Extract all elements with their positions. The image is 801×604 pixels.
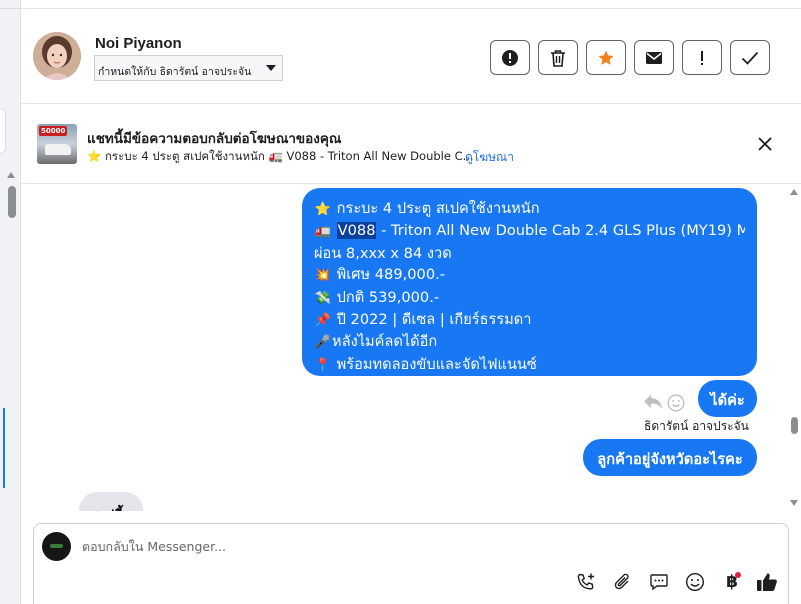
- envelope-icon: [646, 51, 662, 64]
- message-line: 🎤หลังไมค์ลดได้อีก: [314, 331, 745, 353]
- round-pushpin-emoji-icon: 📍: [314, 357, 332, 373]
- reply-arrow-icon[interactable]: [643, 393, 663, 411]
- view-ad-link[interactable]: ดูโฆษณา: [465, 148, 514, 167]
- ad-banner-subtitle: ⭐ กระบะ 4 ประตู สเปคใช้งานหนัก 🚛 V088 - …: [87, 149, 474, 163]
- avatar-photo-icon: [33, 32, 81, 80]
- react-smiley-icon[interactable]: [667, 394, 685, 412]
- notification-dot: [735, 572, 741, 578]
- message-line: 📍 พร้อมทดลองขับและจัดไฟแนนซ์: [314, 354, 745, 376]
- message-composer: ฿: [33, 523, 789, 604]
- exclamation-icon: [701, 50, 703, 65]
- conversation-header: Noi Piyanon กำหนดให้กับ ธิดารัตน์ อาจประ…: [21, 8, 801, 104]
- message-line: 💸 ปกติ 539,000.-: [314, 287, 745, 309]
- message-line: 🚛 V088 - Triton All New Double Cab 2.4 G…: [314, 220, 745, 242]
- mark-unread-button[interactable]: [634, 40, 674, 75]
- thumbs-up-icon[interactable]: [756, 571, 778, 593]
- message-line-text: ปี 2022 | ดีเซล | เกียร์ธรรมดา: [336, 311, 532, 329]
- star-emoji-icon: ⭐: [314, 202, 332, 217]
- message-line: 📌 ปี 2022 | ดีเซล | เกียร์ธรรมดา: [314, 309, 745, 331]
- ad-thumb-badge: 50000: [39, 126, 68, 136]
- conversation-card-edge[interactable]: [0, 108, 6, 154]
- page-avatar: [42, 532, 71, 561]
- paperclip-icon[interactable]: [612, 571, 634, 593]
- collision-emoji-icon: 💥: [314, 268, 332, 284]
- divider: [0, 8, 21, 9]
- ad-banner-title: แชทนี้มีข้อความตอบกลับต่อโฆษณาของคุณ: [87, 131, 342, 147]
- message-thread: ⭐ กระบะ 4 ประตู สเปคใช้งานหนัก 🚛 V088 - …: [21, 185, 801, 511]
- microphone-emoji-icon: 🎤: [314, 335, 332, 351]
- message-line: ⭐ กระบะ 4 ประตู สเปคใช้งานหนัก: [314, 198, 745, 220]
- scroll-up-arrow-icon[interactable]: [790, 189, 798, 195]
- close-icon[interactable]: [757, 136, 773, 152]
- chat-bubble-icon[interactable]: [648, 571, 670, 593]
- check-icon: [741, 51, 759, 65]
- message-line-text: พร้อมทดลองขับและจัดไฟแนนซ์: [336, 355, 537, 373]
- message-sender-name: ธิดารัตน์ อาจประจัน: [644, 419, 749, 433]
- message-line: 💥 พิเศษ 489,000.-: [314, 264, 745, 286]
- incoming-message[interactable]: สรุปนี้: [79, 492, 143, 511]
- chevron-down-icon: [266, 65, 276, 71]
- thread-scrollbar-thumb[interactable]: [791, 417, 798, 434]
- ad-thumbnail[interactable]: 50000: [37, 124, 77, 164]
- message-line-text: ผ่อน 8,xxx x 84 งวด: [314, 244, 452, 262]
- mark-done-button[interactable]: [730, 40, 770, 75]
- ad-reply-banner: 50000 แชทนี้มีข้อความตอบกลับต่อโฆษณาของค…: [21, 104, 801, 184]
- customer-name: Noi Piyanon: [95, 35, 182, 52]
- money-wings-emoji-icon: 💸: [314, 290, 332, 306]
- message-line-text: กระบะ 4 ประตู สเปคใช้งานหนัก: [336, 200, 540, 217]
- message-line-text: ปกติ 539,000.-: [336, 288, 440, 306]
- message-line-text: พิเศษ 489,000.-: [336, 266, 446, 284]
- message-line: ผ่อน 8,xxx x 84 งวด: [314, 243, 745, 264]
- follow-up-button[interactable]: [682, 40, 722, 75]
- message-line-text: - Triton All New Double Cab 2.4 GLS Plus…: [376, 222, 745, 240]
- inbox-list-edge: [0, 0, 21, 604]
- pushpin-emoji-icon: 📌: [314, 313, 332, 329]
- baht-icon[interactable]: ฿: [721, 571, 743, 593]
- avatar[interactable]: [33, 32, 81, 80]
- message-line-text: หลังไมค์ลดได้อีก: [332, 333, 438, 351]
- star-icon: [598, 50, 614, 65]
- reply-input[interactable]: [82, 539, 742, 554]
- highlighted-text: V088: [336, 222, 377, 240]
- outgoing-message-province-question[interactable]: ลูกค้าอยู่จังหวัดอะไรคะ: [583, 439, 757, 476]
- phone-plus-icon[interactable]: [575, 571, 597, 593]
- list-scrollbar-thumb[interactable]: [8, 186, 16, 218]
- star-button[interactable]: [586, 40, 626, 75]
- selection-indicator: [3, 408, 5, 488]
- alert-circle-icon: [502, 49, 518, 66]
- emoji-icon[interactable]: [684, 571, 706, 593]
- assign-label: กำหนดให้กับ ธิดารัตน์ อาจประจัน: [98, 66, 252, 78]
- outgoing-message-ok[interactable]: ได้ค่ะ: [698, 380, 757, 417]
- outgoing-message-ad-details[interactable]: ⭐ กระบะ 4 ประตู สเปคใช้งานหนัก 🚛 V088 - …: [302, 188, 757, 376]
- assign-dropdown[interactable]: กำหนดให้กับ ธิดารัตน์ อาจประจัน: [94, 55, 283, 81]
- trash-icon: [551, 49, 565, 67]
- scroll-up-arrow-icon[interactable]: [7, 172, 15, 178]
- car-icon: [45, 144, 71, 155]
- spam-button[interactable]: [490, 40, 530, 75]
- delete-button[interactable]: [538, 40, 578, 75]
- scroll-down-arrow-icon[interactable]: [790, 500, 798, 506]
- truck-emoji-icon: 🚛: [314, 224, 332, 240]
